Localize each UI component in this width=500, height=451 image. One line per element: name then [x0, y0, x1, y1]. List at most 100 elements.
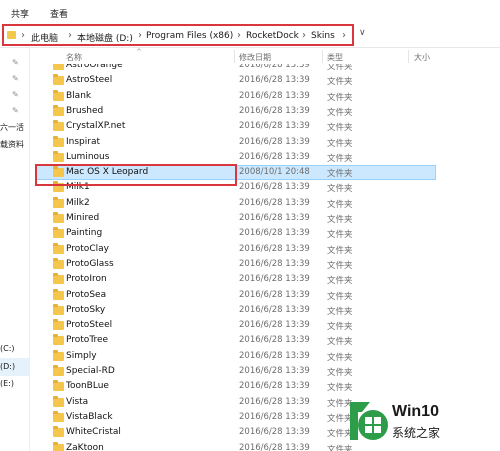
list-item[interactable]: ProtoClay 2016/6/28 13:39 文件夹	[36, 242, 436, 257]
list-item[interactable]: AstroSteel 2016/6/28 13:39 文件夹	[36, 73, 436, 88]
tab-view[interactable]: 查看	[50, 7, 68, 20]
column-name[interactable]: 名称	[66, 52, 82, 63]
chevron-right-icon[interactable]: ›	[237, 30, 241, 41]
nav-drive-d[interactable]: (D:)	[0, 362, 15, 371]
breadcrumb-program-files[interactable]: Program Files (x86)	[146, 31, 233, 41]
list-item[interactable]: Simply 2016/6/28 13:39 文件夹	[36, 349, 436, 364]
list-item[interactable]: Inspirat 2016/6/28 13:39 文件夹	[36, 135, 436, 150]
column-divider[interactable]	[234, 50, 235, 63]
file-list: AstroOrange 2016/6/28 13:39 文件夹 AstroSteel 2…	[36, 64, 496, 451]
folder-icon	[53, 410, 64, 422]
file-type: 文件夹	[327, 291, 353, 302]
list-item[interactable]: Luminous 2016/6/28 13:39 文件夹	[36, 150, 436, 165]
breadcrumb-this-pc[interactable]: 此电脑	[31, 31, 58, 44]
breadcrumb-skins[interactable]: Skins	[311, 31, 335, 41]
file-name: ProtoSky	[66, 304, 106, 315]
folder-icon	[53, 334, 64, 346]
nav-drive-e[interactable]: (E:)	[0, 379, 14, 388]
file-name: AstroSteel	[66, 75, 113, 86]
file-type: 文件夹	[327, 276, 353, 287]
column-divider[interactable]	[408, 50, 409, 63]
file-name: ProtoSea	[66, 289, 107, 300]
nav-item-quick-access-1[interactable]: 六一活	[0, 122, 24, 133]
file-name: Mac OS X Leopard	[66, 167, 149, 178]
column-type[interactable]: 类型	[327, 52, 343, 63]
nav-drive-c[interactable]: (C:)	[0, 344, 15, 353]
file-type: 文件夹	[327, 138, 353, 149]
list-item[interactable]: Minired 2016/6/28 13:39 文件夹	[36, 211, 436, 226]
file-type: 文件夹	[327, 260, 353, 271]
file-date: 2016/6/28 13:39	[239, 350, 310, 361]
list-item[interactable]: Brushed 2016/6/28 13:39 文件夹	[36, 104, 436, 119]
file-type: 文件夹	[327, 169, 353, 180]
pin-icon[interactable]: ✎	[12, 58, 19, 67]
chevron-right-icon[interactable]: ›	[342, 30, 346, 41]
folder-icon	[53, 257, 64, 269]
list-item[interactable]: ProtoSky 2016/6/28 13:39 文件夹	[36, 303, 436, 318]
file-date: 2016/6/28 13:39	[239, 105, 310, 116]
chevron-right-icon[interactable]: ›	[138, 30, 142, 41]
chevron-right-icon[interactable]: ›	[68, 30, 72, 41]
list-item[interactable]: Special-RD 2016/6/28 13:39 文件夹	[36, 364, 436, 379]
tab-share[interactable]: 共享	[11, 7, 29, 20]
pin-icon[interactable]: ✎	[12, 90, 19, 99]
file-name: Simply	[66, 350, 97, 361]
column-size[interactable]: 大小	[414, 52, 430, 63]
file-date: 2016/6/28 13:39	[239, 304, 310, 315]
list-item[interactable]: ProtoSea 2016/6/28 13:39 文件夹	[36, 288, 436, 303]
list-item[interactable]: ProtoIron 2016/6/28 13:39 文件夹	[36, 272, 436, 287]
file-date: 2016/6/28 13:39	[239, 396, 310, 407]
chevron-right-icon[interactable]: ›	[21, 30, 25, 41]
file-name: WhiteCristal	[66, 427, 121, 438]
list-item[interactable]: Painting 2016/6/28 13:39 文件夹	[36, 226, 436, 241]
folder-icon	[53, 104, 64, 116]
list-item[interactable]: ProtoGlass 2016/6/28 13:39 文件夹	[36, 257, 436, 272]
breadcrumb-rocketdock[interactable]: RocketDock	[246, 31, 299, 41]
folder-icon	[53, 150, 64, 162]
file-name: Inspirat	[66, 136, 101, 147]
file-name: Luminous	[66, 151, 110, 162]
folder-icon	[53, 212, 64, 223]
file-type: 文件夹	[327, 230, 353, 241]
list-item[interactable]: ProtoTree 2016/6/28 13:39 文件夹	[36, 333, 436, 348]
folder-icon	[53, 196, 64, 208]
file-type: 文件夹	[327, 306, 353, 317]
pin-icon[interactable]: ✎	[12, 74, 19, 83]
file-date: 2016/6/28 13:39	[239, 228, 310, 239]
file-date: 2008/10/1 20:48	[239, 167, 310, 178]
pin-icon[interactable]: ✎	[12, 106, 19, 115]
list-item[interactable]: ProtoSteel 2016/6/28 13:39 文件夹	[36, 318, 436, 333]
folder-icon	[53, 319, 64, 331]
win10-logo-icon	[350, 402, 388, 440]
file-type: 文件夹	[327, 77, 353, 88]
file-date: 2016/6/28 13:39	[239, 258, 310, 269]
breadcrumb-local-disk-d[interactable]: 本地磁盘 (D:)	[77, 31, 133, 44]
column-divider[interactable]	[322, 50, 323, 63]
folder-icon	[53, 365, 64, 376]
chevron-right-icon[interactable]: ›	[302, 30, 306, 41]
folder-icon	[53, 288, 64, 300]
file-type: 文件夹	[327, 123, 353, 134]
file-date: 2016/6/28 13:39	[239, 64, 310, 70]
list-item[interactable]: CrystalXP.net 2016/6/28 13:39 文件夹	[36, 119, 436, 134]
list-item[interactable]: Milk2 2016/6/28 13:39 文件夹	[36, 196, 436, 211]
list-item[interactable]: Milk1 2016/6/28 13:39 文件夹	[36, 180, 436, 195]
nav-item-quick-access-2[interactable]: 载资料	[0, 139, 24, 150]
list-item[interactable]: Mac OS X Leopard 2008/10/1 20:48 文件夹	[36, 165, 436, 181]
list-item[interactable]: AstroOrange 2016/6/28 13:39 文件夹	[36, 64, 436, 73]
column-date[interactable]: 修改日期	[239, 52, 271, 63]
folder-icon	[53, 64, 64, 70]
folder-icon	[53, 135, 64, 147]
file-type: 文件夹	[327, 199, 353, 210]
file-name: Blank	[66, 90, 92, 101]
folder-icon	[53, 227, 64, 239]
file-date: 2016/6/28 13:39	[239, 121, 310, 132]
file-name: ProtoGlass	[66, 258, 114, 269]
list-item[interactable]: Blank 2016/6/28 13:39 文件夹	[36, 89, 436, 104]
file-date: 2016/6/28 13:39	[239, 136, 310, 147]
chevron-down-icon[interactable]: ∨	[359, 28, 366, 38]
folder-icon	[53, 380, 64, 392]
list-item[interactable]: ToonBLue 2016/6/28 13:39 文件夹	[36, 379, 436, 394]
breadcrumb[interactable]: › 此电脑 › 本地磁盘 (D:) › Program Files (x86) …	[2, 24, 354, 46]
file-name: AstroOrange	[66, 64, 123, 70]
